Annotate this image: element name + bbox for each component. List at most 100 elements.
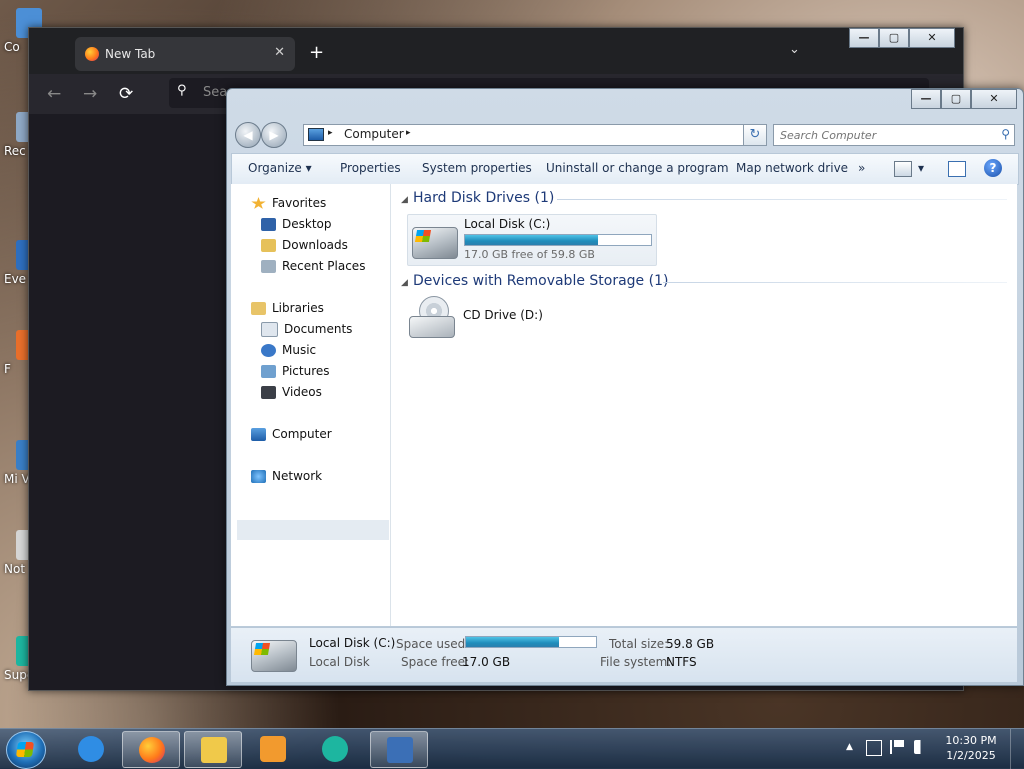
- tab-title: New Tab: [105, 47, 156, 61]
- close-button[interactable]: ✕: [971, 89, 1017, 109]
- preview-pane-icon[interactable]: [948, 161, 966, 177]
- music-icon: [261, 344, 276, 357]
- search-box[interactable]: ⚲: [773, 124, 1015, 146]
- search-icon: ⚲: [1001, 127, 1010, 141]
- maximize-button[interactable]: ▢: [941, 89, 971, 109]
- forward-button[interactable]: ▶: [261, 122, 287, 148]
- properties-button[interactable]: Properties: [340, 161, 401, 175]
- taskbar-internet-explorer[interactable]: [62, 731, 118, 766]
- computer-icon: [308, 128, 324, 141]
- hard-disk-icon: [251, 640, 297, 672]
- folder-icon: [201, 737, 227, 763]
- drive-cd-d[interactable]: CD Drive (D:): [407, 294, 607, 342]
- show-hidden-icons-button[interactable]: ▲: [846, 742, 853, 752]
- group-collapse-arrow[interactable]: ◢: [401, 195, 408, 205]
- group-divider: [663, 282, 1007, 283]
- drive-local-disk-c[interactable]: Local Disk (C:) 17.0 GB free of 59.8 GB: [407, 214, 657, 266]
- nav-item-libraries[interactable]: Libraries: [251, 299, 324, 317]
- explorer-window-controls: — ▢ ✕: [911, 89, 1017, 109]
- supermium-icon: [322, 736, 348, 762]
- nav-item-network[interactable]: Network: [251, 467, 322, 485]
- back-button[interactable]: ←: [47, 84, 61, 104]
- desktop-icon: [261, 218, 276, 231]
- videos-icon: [261, 386, 276, 399]
- action-center-flag-icon[interactable]: [890, 740, 904, 754]
- address-bar[interactable]: ▸ Computer ▸ ▾: [303, 124, 767, 146]
- drive-usage-bar: [464, 234, 652, 246]
- reload-button[interactable]: ⟳: [119, 84, 133, 104]
- minimize-button[interactable]: —: [849, 28, 879, 48]
- refresh-button[interactable]: ↻: [743, 124, 767, 146]
- new-tab-button[interactable]: +: [309, 42, 324, 63]
- search-input[interactable]: [774, 125, 992, 145]
- help-icon[interactable]: ?: [984, 159, 1002, 177]
- pictures-icon: [261, 365, 276, 378]
- nav-item-videos[interactable]: Videos: [261, 383, 322, 401]
- network-tray-icon[interactable]: [866, 740, 882, 756]
- nav-item-documents[interactable]: Documents: [261, 320, 352, 338]
- tab-list-button[interactable]: ⌄: [789, 42, 800, 57]
- navigation-pane: Favorites Desktop Downloads Recent Place…: [231, 184, 391, 626]
- change-view-icon[interactable]: [894, 161, 912, 177]
- nav-selection-highlight: [237, 520, 389, 540]
- nav-item-label: Pictures: [282, 364, 330, 378]
- drive-free-space: 17.0 GB free of 59.8 GB: [464, 248, 595, 261]
- nav-item-music[interactable]: Music: [261, 341, 316, 359]
- map-network-drive-button[interactable]: Map network drive: [736, 161, 848, 175]
- show-desktop-button[interactable]: [1010, 729, 1024, 769]
- nav-item-label: Desktop: [282, 217, 332, 231]
- maximize-button[interactable]: ▢: [879, 28, 909, 48]
- nav-item-desktop[interactable]: Desktop: [261, 215, 332, 233]
- forward-button[interactable]: →: [83, 84, 97, 104]
- view-options-dropdown[interactable]: ▾: [918, 161, 924, 175]
- internet-explorer-icon: [78, 736, 104, 762]
- back-forward-buttons: ◀ ▶: [235, 122, 295, 148]
- nav-item-favorites[interactable]: Favorites: [251, 194, 326, 212]
- back-button[interactable]: ◀: [235, 122, 261, 148]
- nav-item-label: Network: [272, 469, 323, 483]
- volume-muted-icon[interactable]: [914, 740, 930, 754]
- group-header-removable-storage[interactable]: Devices with Removable Storage (1): [413, 273, 668, 289]
- windows-logo-icon: [414, 230, 432, 242]
- hard-disk-icon: [412, 227, 458, 259]
- browser-tab-new-tab[interactable]: New Tab ✕: [75, 37, 295, 71]
- taskbar-file-explorer[interactable]: [184, 731, 242, 768]
- system-properties-button[interactable]: System properties: [422, 161, 532, 175]
- nav-item-downloads[interactable]: Downloads: [261, 236, 348, 254]
- taskbar-media-player[interactable]: [244, 731, 300, 766]
- breadcrumb-chevron[interactable]: ▸: [328, 128, 333, 138]
- recent-places-icon: [261, 260, 276, 273]
- drive-name: Local Disk (C:): [464, 217, 551, 231]
- cd-drive-icon: [409, 296, 455, 338]
- start-button[interactable]: [6, 731, 46, 769]
- nav-item-label: Videos: [282, 385, 322, 399]
- uninstall-program-button[interactable]: Uninstall or change a program: [546, 161, 729, 175]
- group-divider: [557, 199, 1007, 200]
- breadcrumb-computer[interactable]: Computer: [344, 127, 404, 141]
- taskbar-supermium[interactable]: [306, 731, 362, 766]
- url-bar-placeholder: Sea: [203, 85, 228, 100]
- taskbar-computer-window[interactable]: [370, 731, 428, 768]
- taskbar-firefox[interactable]: [122, 731, 180, 768]
- group-collapse-arrow[interactable]: ◢: [401, 278, 408, 288]
- explorer-window: — ▢ ✕ ◀▶ ▸ Computer ▸ ▾ ↻ ⚲ Organize ▾ P…: [226, 88, 1024, 686]
- details-drive-name: Local Disk (C:): [309, 636, 396, 650]
- organize-button[interactable]: Organize ▾: [248, 161, 312, 175]
- nav-item-computer[interactable]: Computer: [251, 425, 332, 443]
- file-system-value: NTFS: [666, 655, 697, 669]
- downloads-icon: [261, 239, 276, 252]
- content-pane: ◢ Hard Disk Drives (1) Local Disk (C:) 1…: [391, 184, 1017, 626]
- breadcrumb-chevron[interactable]: ▸: [406, 128, 411, 138]
- group-header-hard-disk-drives[interactable]: Hard Disk Drives (1): [413, 190, 554, 206]
- nav-item-label: Music: [282, 343, 317, 357]
- details-usage-fill: [466, 637, 560, 647]
- details-drive-type: Local Disk: [309, 655, 370, 669]
- system-clock[interactable]: 10:30 PM 1/2/2025: [940, 733, 1002, 763]
- more-commands-button[interactable]: »: [858, 161, 865, 175]
- close-button[interactable]: ✕: [909, 28, 955, 48]
- nav-item-pictures[interactable]: Pictures: [261, 362, 330, 380]
- nav-item-recent-places[interactable]: Recent Places: [261, 257, 365, 275]
- nav-item-label: Documents: [284, 322, 353, 336]
- minimize-button[interactable]: —: [911, 89, 941, 109]
- tab-close-button[interactable]: ✕: [274, 45, 285, 60]
